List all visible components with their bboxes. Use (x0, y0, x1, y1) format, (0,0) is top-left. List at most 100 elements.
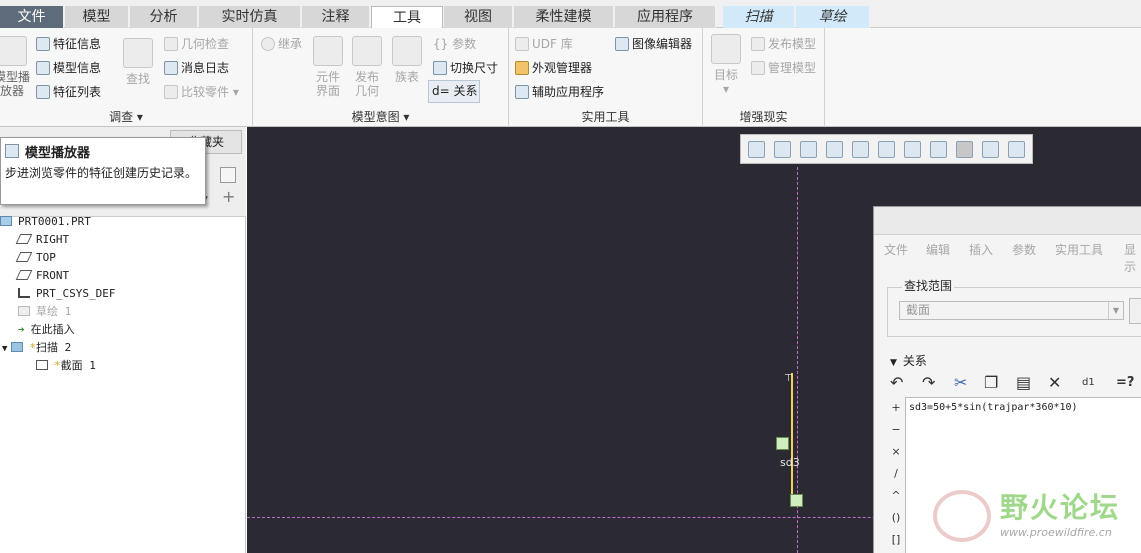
menu-edit[interactable]: 编辑 (926, 241, 950, 258)
divide-operator[interactable]: / (888, 467, 904, 480)
menu-parameters[interactable]: 参数 (1012, 241, 1036, 258)
sketch-entity-line[interactable] (791, 373, 793, 507)
display-style-icon[interactable] (878, 141, 895, 158)
group-model-intent-label[interactable]: 模型意图 ▾ (253, 108, 508, 125)
tab-tools[interactable]: 工具 (371, 6, 443, 29)
saved-orientations-icon[interactable] (852, 141, 869, 158)
auxiliary-apps-button[interactable]: 辅助应用程序 (515, 84, 604, 100)
undo-icon[interactable]: ↶ (890, 373, 903, 393)
find-button[interactable]: 查找 (120, 38, 156, 86)
tree-settings-icon[interactable] (220, 167, 236, 183)
inherit-button[interactable]: 继承 (261, 36, 302, 52)
tab-flexible-modeling[interactable]: 柔性建模 (514, 6, 614, 28)
udf-library-button[interactable]: UDF 库 (515, 36, 573, 52)
refit-icon[interactable] (748, 141, 765, 158)
multiply-operator[interactable]: × (888, 445, 904, 458)
parameters-button[interactable]: {} 参数 (433, 36, 476, 52)
datum-display-icon[interactable] (904, 141, 921, 158)
message-log-label: 消息日志 (181, 61, 230, 75)
tree-item-top[interactable]: TOP (15, 250, 56, 266)
tree-item-sweep-2[interactable]: ▼ *扫描 2 (2, 340, 71, 357)
select-arrow-button[interactable] (1129, 298, 1141, 324)
binoculars-icon (123, 38, 153, 68)
zoom-in-icon[interactable] (774, 141, 791, 158)
appearance-manager-button[interactable]: 外观管理器 (515, 60, 592, 76)
watermark-url: www.proewildfire.cn (1000, 526, 1112, 539)
model-player-icon (5, 144, 19, 158)
tab-view[interactable]: 视图 (444, 6, 513, 28)
sweep-icon (11, 342, 24, 352)
tree-item-csys[interactable]: PRT_CSYS_DEF (18, 286, 115, 302)
geometry-check-button[interactable]: 几何检查 (164, 36, 229, 52)
cut-icon[interactable]: ✂ (954, 373, 967, 393)
compare-part-label: 比较零件 (181, 85, 230, 99)
model-player-button[interactable]: 模型播放器 (0, 36, 32, 98)
tree-item-part[interactable]: PRT0001.PRT (0, 214, 91, 230)
chevron-down-icon[interactable]: ▼ (2, 344, 7, 354)
family-table-button[interactable]: 族表 (390, 36, 424, 84)
copy-icon[interactable]: ❐ (984, 373, 998, 393)
add-icon[interactable]: + (222, 187, 235, 206)
image-editor-button[interactable]: 图像编辑器 (615, 36, 692, 52)
tree-item-right[interactable]: RIGHT (15, 232, 69, 248)
menu-insert[interactable]: 插入 (969, 241, 993, 258)
tree-item-front[interactable]: FRONT (15, 268, 69, 284)
model-player-label: 模型播放器 (0, 70, 30, 98)
compare-part-button[interactable]: 比较零件 ▾ (164, 84, 239, 100)
tab-file[interactable]: 文件 (0, 6, 64, 28)
paste-icon[interactable]: ▤ (1016, 373, 1031, 393)
redo-icon[interactable]: ↷ (922, 373, 935, 393)
dialog-title-bar[interactable] (874, 207, 1141, 235)
constraint-marker[interactable] (776, 437, 789, 450)
annotation-display-icon[interactable] (982, 141, 999, 158)
new-feature-marker-icon: * (54, 359, 61, 372)
switch-dimensions-button[interactable]: 切换尺寸 (433, 60, 498, 76)
tab-sweep[interactable]: 扫描 (723, 6, 795, 28)
switch-dimensions-icon[interactable]: d1 (1082, 373, 1095, 393)
plus-operator[interactable]: + (888, 401, 904, 414)
delete-icon[interactable]: ✕ (1048, 373, 1061, 393)
relations-section-header[interactable]: ▼ 关系 (890, 352, 927, 369)
brackets-operator[interactable]: [] (888, 533, 904, 546)
publish-model-label: 发布模型 (768, 37, 817, 51)
minus-operator[interactable]: − (888, 423, 904, 436)
component-interface-button[interactable]: 元件界面 (311, 36, 345, 98)
relations-button[interactable]: d= 关系 (428, 80, 480, 103)
parentheses-operator[interactable]: () (888, 511, 904, 524)
tooltip-body: 步进浏览零件的特征创建历史记录。 (5, 166, 198, 180)
repaint-icon[interactable] (826, 141, 843, 158)
group-ar-label: 增强现实 (739, 110, 788, 124)
evaluate-icon[interactable]: =? (1116, 373, 1134, 393)
tab-analysis[interactable]: 分析 (130, 6, 198, 28)
menu-utilities[interactable]: 实用工具 (1055, 241, 1103, 258)
tab-realtime-simulation[interactable]: 实时仿真 (199, 6, 301, 28)
tab-sketch[interactable]: 草绘 (796, 6, 870, 28)
group-investigate-label[interactable]: 调查 ▾ (0, 108, 252, 125)
menu-file[interactable]: 文件 (884, 241, 908, 258)
tab-applications[interactable]: 应用程序 (615, 6, 716, 28)
publish-geometry-label: 发布几何 (354, 70, 379, 98)
dimension-label[interactable]: sd3 (780, 456, 800, 469)
publish-geometry-button[interactable]: 发布几何 (350, 36, 384, 98)
menu-show[interactable]: 显示 (1124, 241, 1141, 275)
publish-model-button[interactable]: 发布模型 (751, 36, 816, 52)
tab-annotate[interactable]: 注释 (302, 6, 370, 28)
tree-item-section-1[interactable]: *截面 1 (36, 358, 96, 374)
constraint-display-icon[interactable] (1008, 141, 1025, 158)
power-operator[interactable]: ^ (888, 489, 904, 502)
zoom-out-icon[interactable] (800, 141, 817, 158)
manage-model-button[interactable]: 管理模型 (751, 60, 816, 76)
dimension-display-icon[interactable] (956, 141, 973, 158)
feature-list-button[interactable]: 特征列表 (36, 84, 101, 100)
tree-item-insert-here[interactable]: ➔ 在此插入 (18, 322, 75, 338)
message-log-button[interactable]: 消息日志 (164, 60, 229, 76)
feature-info-button[interactable]: 特征信息 (36, 36, 101, 52)
tab-model[interactable]: 模型 (65, 6, 129, 28)
sketch-view-icon[interactable] (930, 141, 947, 158)
ar-target-button[interactable]: 目标 ▾ (707, 34, 745, 96)
model-info-button[interactable]: 模型信息 (36, 60, 101, 76)
dimension-top-marker[interactable]: ⊤ (784, 373, 793, 384)
tree-item-sketch-1[interactable]: 草绘 1 (18, 304, 71, 320)
constraint-marker[interactable] (790, 494, 803, 507)
scope-select[interactable]: 截面 ▼ (899, 301, 1124, 320)
